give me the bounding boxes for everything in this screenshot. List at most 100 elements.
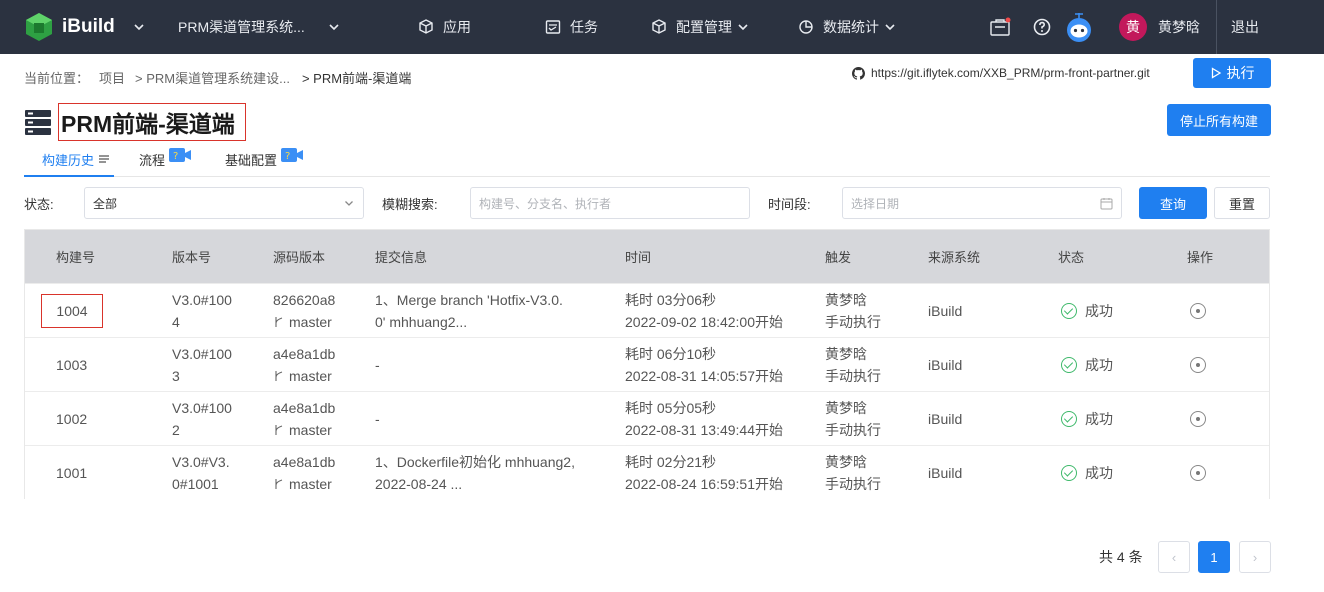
nav-apps[interactable]: 应用 [417,0,471,54]
fuzzy-search-label: 模糊搜索: [382,196,438,212]
github-icon [852,66,865,80]
commit-message: 1、Merge branch 'Hotfix-V3.0. [375,292,563,308]
success-icon [1061,357,1077,373]
run-button[interactable]: 执行 [1193,58,1271,88]
commit-hash: a4e8a1db [273,400,336,416]
fuzzy-search-input[interactable]: 构建号、分支名、执行者 [470,187,750,219]
avatar: 黄 [1119,13,1147,41]
cube-icon [652,19,666,34]
trigger-user: 黄梦晗 [825,346,867,362]
prev-page-button[interactable]: ‹ [1158,541,1190,573]
main-content: 当前位置： 项目 > PRM渠道管理系统建设... > PRM前端-渠道端 ht… [0,54,1324,592]
trigger-user: 黄梦晗 [825,400,867,416]
chevron-down-icon [345,201,353,206]
col-source-version: 源码版本 [273,250,326,265]
table-row[interactable]: 1004 V3.0#100 4 826620a8 master 1、Merge br… [25,283,1269,337]
page-title-wrap: PRM前端-渠道端 [24,103,246,141]
nav-config[interactable]: 配置管理 [650,0,758,54]
table-row[interactable]: 1003 V3.0#100 3 a4e8a1db master - 耗时 06分10… [25,337,1269,391]
assistant-robot-icon[interactable] [1064,0,1094,54]
status-text: 成功 [1085,357,1113,373]
build-number-link[interactable]: 1004 [41,294,103,328]
cube-icon [419,19,433,34]
project-select[interactable]: PRM渠道管理系统... [178,0,349,54]
calendar-icon [1100,197,1113,209]
col-time: 时间 [625,250,652,265]
replay-icon[interactable] [1190,411,1206,427]
start-time: 2022-09-02 18:42:00开始 [625,314,783,330]
date-picker[interactable]: 选择日期 [842,187,1122,219]
user-menu[interactable]: 黄 黄梦晗 [1119,0,1200,54]
time-range-label: 时间段: [768,196,811,212]
col-version: 版本号 [172,250,212,265]
fuzzy-search-placeholder: 构建号、分支名、执行者 [479,196,612,211]
build-number-link[interactable]: 1001 [56,462,87,484]
replay-icon[interactable] [1190,357,1206,373]
help-icon[interactable] [1033,0,1051,54]
logo[interactable]: iBuild [24,0,115,54]
next-page-button[interactable]: › [1239,541,1271,573]
svg-text:?: ? [173,151,178,162]
reset-button[interactable]: 重置 [1214,187,1270,219]
query-button[interactable]: 查询 [1139,187,1207,219]
table-row[interactable]: 1001 V3.0#V3. 0#1001 a4e8a1db master 1、Doc… [25,445,1269,499]
pagination-total: 共 4 条 [1099,549,1143,565]
branch-name: master [289,368,332,384]
logout-button[interactable]: 退出 [1231,0,1259,54]
chevron-down-icon [738,24,748,31]
tab-build-history[interactable]: 构建历史 [24,150,115,177]
build-number-link[interactable]: 1003 [56,354,87,376]
top-navbar: iBuild PRM渠道管理系统... 应用 任务 配置管理 数据统计 黄 黄梦… [0,0,1324,54]
tab-basic-config[interactable]: 基础配置 ? [225,148,304,177]
trigger-user: 黄梦晗 [825,454,867,470]
nav-stats[interactable]: 数据统计 [797,0,905,54]
status-select[interactable]: 全部 [84,187,364,219]
breadcrumb-item-system[interactable]: > PRM渠道管理系统建设... [135,68,290,87]
version-text-cont: 0#1001 [172,476,219,492]
commit-hash: 826620a8 [273,292,336,308]
replay-icon[interactable] [1190,303,1206,319]
col-build-number: 构建号 [56,250,96,265]
tab-pipeline-label: 流程 [139,153,166,168]
branch-name: master [289,314,332,330]
git-repo-link[interactable]: https://git.iflytek.com/XXB_PRM/prm-fron… [852,66,1150,80]
version-text: V3.0#100 [172,292,232,308]
table-row[interactable]: 1002 V3.0#100 2 a4e8a1db master - 耗时 05分05… [25,391,1269,445]
duration: 耗时 05分05秒 [625,400,717,416]
breadcrumb-item-current: > PRM前端-渠道端 [301,71,412,86]
build-number-link[interactable]: 1002 [56,408,87,430]
status-text: 成功 [1085,411,1113,427]
breadcrumb: 当前位置： 项目 > PRM渠道管理系统建设... > PRM前端-渠道端 [24,68,411,87]
pie-chart-icon [799,20,813,34]
commit-hash: a4e8a1db [273,346,336,362]
nav-tasks[interactable]: 任务 [544,0,598,54]
commit-message: 1、Dockerfile初始化 mhhuang2, [375,454,575,470]
source-system: iBuild [928,411,963,427]
commit-message: - [375,357,380,373]
trigger-type: 手动执行 [825,476,881,492]
source-system: iBuild [928,357,963,373]
nav-tasks-label: 任务 [570,19,598,35]
branch: master [273,311,335,333]
notification-icon[interactable] [989,0,1011,54]
page-button[interactable]: 1 [1198,541,1230,573]
tab-pipeline[interactable]: 流程 ? [139,148,192,177]
col-commit-message: 提交信息 [375,250,428,265]
stop-all-builds-button[interactable]: 停止所有构建 [1167,104,1271,136]
commit-hash: a4e8a1db [273,454,336,470]
tab-build-history-label: 构建历史 [42,153,95,168]
table-header: 构建号 版本号 源码版本 提交信息 时间 触发 来源系统 状态 操作 [25,230,1269,283]
col-source-system: 来源系统 [928,250,981,265]
breadcrumb-item-project[interactable]: 项目 [99,68,125,87]
duration: 耗时 02分21秒 [625,454,717,470]
col-actions: 操作 [1187,250,1214,265]
user-name: 黄梦晗 [1158,19,1200,35]
branch-icon [275,317,283,327]
version-text: V3.0#100 [172,400,232,416]
version-text-cont: 3 [172,368,180,384]
version-text: V3.0#V3. [172,454,230,470]
nav-stats-label: 数据统计 [823,19,879,35]
app-switch-chevron-icon[interactable] [132,0,146,54]
replay-icon[interactable] [1190,465,1206,481]
commit-message-cont: 2022-08-24 ... [375,476,463,492]
